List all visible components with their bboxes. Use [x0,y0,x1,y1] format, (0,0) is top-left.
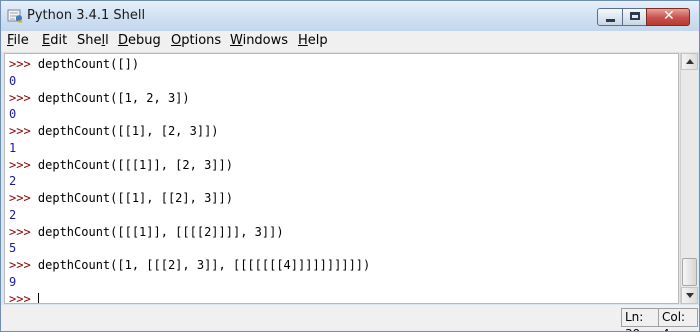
shell-prompt: >>> [9,57,38,71]
shell-input-line: >>> depthCount([1, 2, 3]) [9,90,190,106]
scroll-down-arrow-icon [686,293,694,298]
menu-options[interactable]: Options [171,33,221,48]
shell-command: depthCount([1, [[[2], 3]], [[[[[[[4]]]]]… [37,258,371,272]
shell-input-line: >>> depthCount([[[1]], [2, 3]]) [9,157,233,173]
shell-output-line: 9 [9,275,17,289]
vertical-scrollbar[interactable] [680,53,698,304]
menu-file[interactable]: File [7,33,29,48]
scroll-up-button[interactable] [681,53,698,70]
shell-prompt: >>> [9,158,38,172]
menu-bar: File Edit Shell Debug Options Windows Help [1,31,699,53]
shell-output-line: 5 [9,241,17,255]
title-bar[interactable]: Python 3.4.1 Shell ✕ [1,1,699,31]
shell-input-line: >>> [9,291,39,304]
idle-shell-window: Python 3.4.1 Shell ✕ File Edit Shell Debug O… [0,0,700,332]
shell-input-line: >>> depthCount([1, [[[2], 3]], [[[[[[[4]… [9,257,370,273]
shell-command: depthCount([[[1]], [2, 3]]) [37,158,233,172]
shell-input-line: >>> depthCount([]) [9,56,139,72]
shell-command: depthCount([[[1]], [[[[2]]]], 3]]) [37,225,284,239]
scroll-up-arrow-icon [686,59,694,64]
shell-prompt: >>> [9,258,38,272]
close-icon: ✕ [663,8,675,24]
shell-input-line: >>> depthCount([[1], [[2], 3]]) [9,190,233,206]
shell-output-line: 0 [9,107,17,121]
shell-command: depthCount([[1], [[2], 3]]) [37,191,233,205]
status-line-number: Ln: 39 [621,308,659,331]
shell-command: depthCount([]) [37,57,140,71]
scrollbar-thumb[interactable] [682,258,697,286]
minimize-button[interactable] [597,8,623,26]
shell-output-line: 0 [9,74,17,88]
menu-help[interactable]: Help [298,33,328,48]
shell-prompt: >>> [9,225,38,239]
shell-output-line: 2 [9,174,17,188]
scroll-down-button[interactable] [681,287,698,304]
shell-prompt: >>> [9,124,38,138]
menu-windows[interactable]: Windows [230,33,288,48]
maximize-icon [630,12,640,20]
minimize-icon [606,19,615,22]
text-cursor [37,292,39,303]
menu-debug[interactable]: Debug [118,33,161,48]
shell-prompt: >>> [9,191,38,205]
menu-edit[interactable]: Edit [42,33,67,48]
close-button[interactable]: ✕ [646,8,690,26]
shell-prompt: >>> [9,292,38,304]
shell-command: depthCount([[1], [2, 3]]) [37,124,219,138]
window-title: Python 3.4.1 Shell [27,8,146,23]
shell-text-area[interactable]: >>> depthCount([]) 0 >>> depthCount([1, 2,… [4,53,679,304]
shell-input-line: >>> depthCount([[[1]], [[[[2]]]], 3]]) [9,224,284,240]
python-idle-icon [7,8,24,24]
status-bar: Ln: 39 Col: 4 [1,305,699,331]
maximize-button[interactable] [622,8,647,26]
shell-output-line: 1 [9,141,17,155]
shell-input-line: >>> depthCount([[1], [2, 3]]) [9,123,219,139]
shell-command: depthCount([1, 2, 3]) [37,91,190,105]
status-column-number: Col: 4 [658,308,698,331]
shell-prompt: >>> [9,91,38,105]
shell-output-line: 2 [9,208,17,222]
menu-shell[interactable]: Shell [77,33,109,48]
